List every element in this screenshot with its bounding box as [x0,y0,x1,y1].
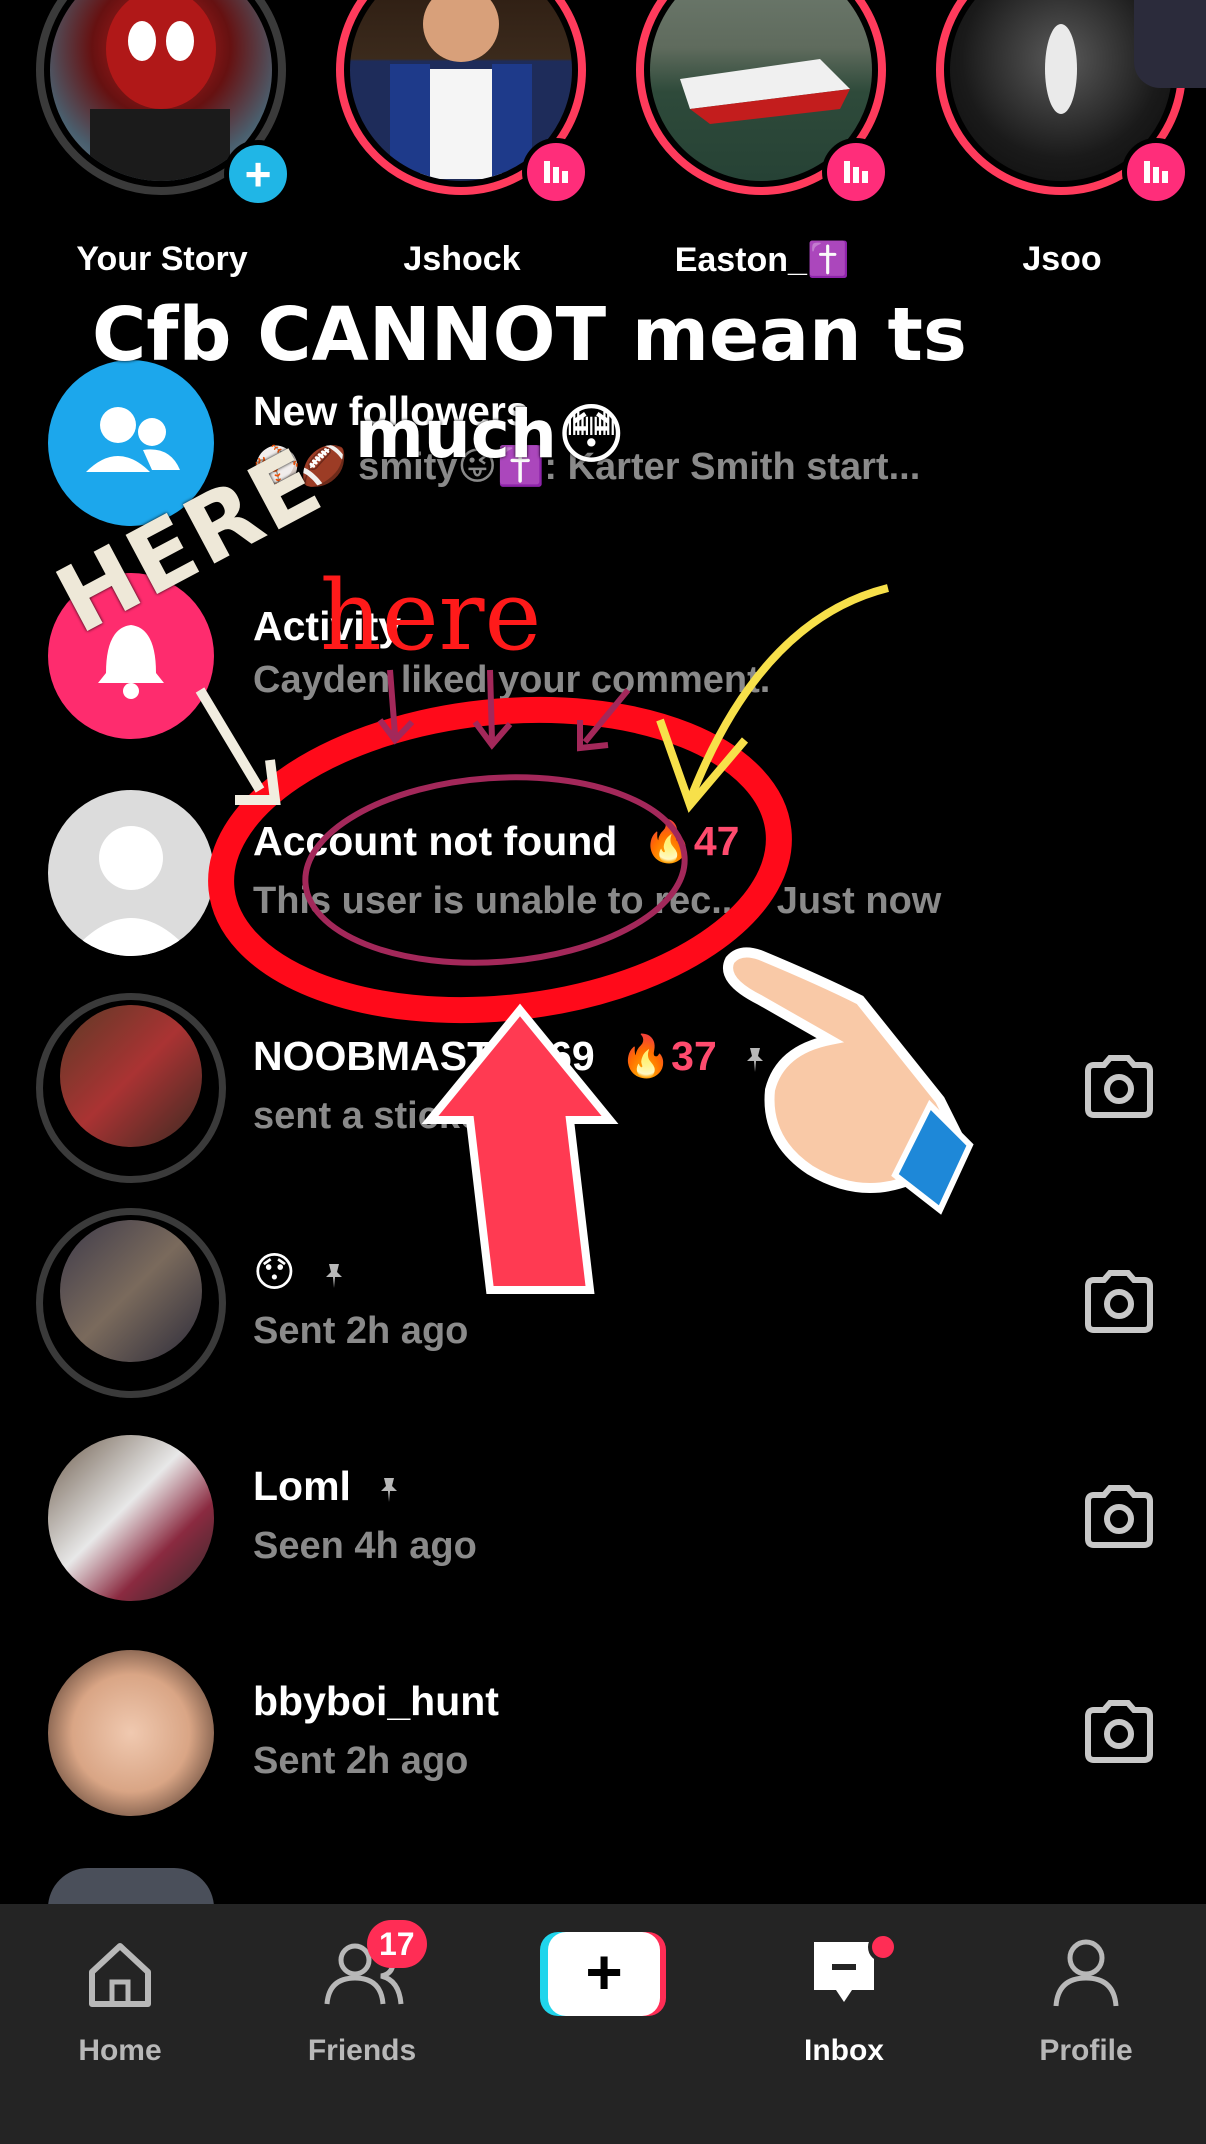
white-arrow-icon [195,687,265,793]
home-icon [89,1943,151,2007]
nav-label: Profile [1039,2034,1133,2067]
nav-label: Home [78,2034,162,2067]
here-red-annotation: here [320,560,542,672]
nav-friends[interactable]: 17 Friends [272,1920,452,2067]
nav-profile[interactable]: Profile [996,1934,1176,2067]
create-button[interactable]: + [540,1932,666,2016]
plus-icon: + [548,1932,660,2016]
pointing-hand-icon [723,947,974,1215]
nav-home[interactable]: Home [30,1934,210,2067]
nav-label: Inbox [804,2034,884,2067]
nav-inbox[interactable]: Inbox [754,1932,934,2067]
annotation-overlay [195,584,974,1294]
maroon-circle-annotation [302,774,688,966]
bottom-nav: Home 17 Friends + Inbox Profile [0,1904,1206,2144]
inbox-notification-dot [868,1932,898,1962]
caption-line-1: Cfb CANNOT mean ts [92,292,967,378]
profile-icon [1053,1939,1119,2007]
caption-line-2: much😳 [355,396,626,473]
small-arrow-icon [377,669,415,745]
red-up-arrow-icon [421,1003,619,1294]
friends-badge: 17 [367,1920,427,1968]
nav-label: Friends [307,2034,417,2067]
